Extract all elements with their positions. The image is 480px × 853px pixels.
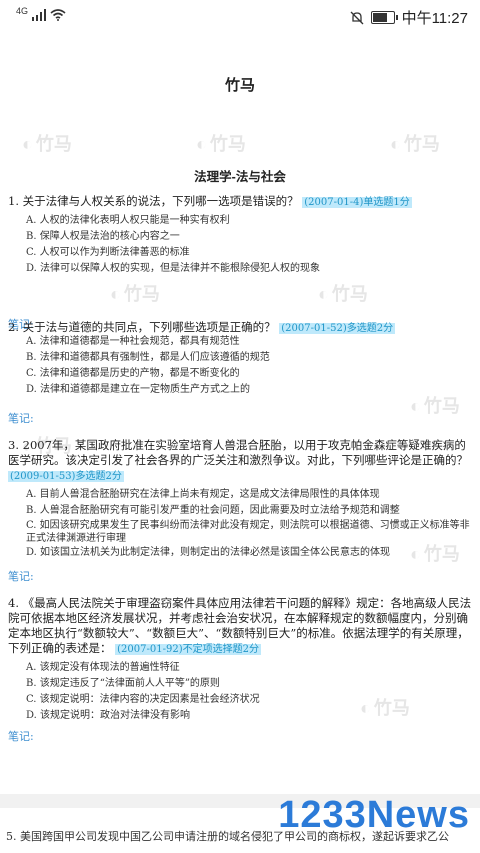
question-3: 3. 2007年，某国政府批准在实验室培育人兽混合胚胎，以用于攻克帕金森症等疑难… (8, 438, 472, 561)
battery-icon (370, 11, 398, 24)
option-b: B. 法律和道德都具有强制性，都是人们应该遵循的规范 (26, 352, 270, 363)
option-c: C. 人权可以作为判断法律善恶的标准 (26, 247, 190, 258)
option-c: C. 该规定说明：法律内容的决定因素是社会经济状况 (26, 694, 260, 705)
document-title: 竹马 (224, 77, 255, 94)
watermark-logo: 竹马 (390, 130, 440, 156)
watermark-logo: 竹马 (318, 280, 368, 306)
signal-icon (32, 9, 47, 21)
status-bar: 4G 中午11:27 (0, 0, 480, 34)
option-c: C. 如因该研究成果发生了民事纠纷而法律对此没有规定，则法院可以根据道德、习惯或… (26, 520, 470, 544)
watermark-logo: 竹马 (110, 280, 160, 306)
option-d: D. 法律可以保障人权的实现，但是法律并不能根除侵犯人权的现象 (26, 263, 321, 274)
clock: 中午11:27 (401, 10, 468, 27)
note-label[interactable]: 笔记: (8, 728, 34, 744)
note-label[interactable]: 笔记: (8, 568, 34, 584)
wifi-icon (50, 9, 66, 21)
option-a: A. 人权的法律化表明人权只能是一种实有权利 (26, 215, 230, 226)
network-type: 4G (16, 6, 29, 16)
question-stem: 3. 2007年，某国政府批准在实验室培育人兽混合胚胎，以用于攻克帕金森症等疑难… (8, 438, 468, 467)
option-d: D. 如该国立法机关为此制定法律，则制定出的法律必然是该国全体公民意志的体现 (26, 547, 391, 558)
option-b: B. 该规定违反了“法律面前人人平等”的原则 (26, 678, 220, 689)
question-stem: 2. 关于法与道德的共同点，下列哪些选项是正确的？ (8, 320, 276, 334)
brand-watermark: 1233News (278, 794, 470, 836)
note-label[interactable]: 笔记: (8, 410, 34, 426)
question-stem: 1. 关于法律与人权关系的说法，下列哪一选项是错误的？ (8, 194, 299, 208)
question-tag: (2007-01-52)多选题2分 (279, 323, 396, 334)
option-a: A. 该规定没有体现法的普遍性特征 (26, 662, 180, 673)
option-d: D. 该规定说明：政治对法律没有影响 (26, 710, 191, 721)
watermark-logo: 竹马 (196, 130, 246, 156)
option-d: D. 法律和道德都是建立在一定物质生产方式之上的 (26, 384, 251, 395)
option-a: A. 法律和道德都是一种社会规范，都具有规范性 (26, 336, 240, 347)
option-a: A. 目前人兽混合胚胎研究在法律上尚未有规定，这是成文法律局限性的具体体现 (26, 489, 380, 500)
question-tag: (2009-01-53)多选题2分 (8, 471, 124, 482)
question-4: 4. 《最高人民法院关于审理盗窃案件具体应用法律若干问题的解释》规定：各地高级人… (8, 596, 472, 724)
option-b: B. 人兽混合胚胎研究有可能引发严重的社会问题，因此需要及时立法给予规范和调整 (26, 505, 400, 516)
option-c: C. 法律和道德都是历史的产物，都是不断变化的 (26, 368, 240, 379)
question-tag: (2007-01-92)不定项选择题2分 (115, 644, 261, 655)
document-page[interactable]: 竹马 竹马 竹马 竹马 竹马 竹马 竹马 竹马 竹马 竹马 法理学-法与社会 1… (0, 34, 480, 794)
mute-bell-icon (350, 11, 364, 24)
question-tag: (2007-01-4)单选题1分 (302, 197, 412, 208)
question-2-options: A. 法律和道德都是一种社会规范，都具有规范性 B. 法律和道德都具有强制性，都… (8, 334, 472, 398)
question-1: 1. 关于法律与人权关系的说法，下列哪一选项是错误的？ (2007-01-4)单… (8, 194, 472, 277)
option-b: B. 保障人权是法治的核心内容之一 (26, 231, 180, 242)
section-title: 法理学-法与社会 (194, 170, 286, 184)
watermark-logo: 竹马 (22, 130, 72, 156)
